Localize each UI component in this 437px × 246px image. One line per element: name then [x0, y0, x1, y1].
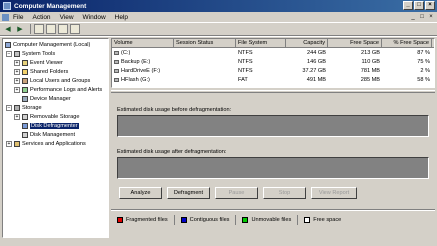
properties-icon[interactable]: [58, 24, 68, 34]
disk-icon: [22, 132, 28, 138]
collapse-icon[interactable]: −: [6, 51, 12, 57]
maximize-button[interactable]: □: [414, 1, 424, 10]
toolbar-separator: [30, 24, 31, 34]
tree-item-device-manager[interactable]: Device Manager: [14, 95, 71, 103]
column-capacity[interactable]: Capacity: [286, 39, 328, 47]
defrag-icon: [22, 123, 28, 129]
legend: Fragmented files Contiguous files Unmova…: [111, 209, 435, 229]
drive-icon: [114, 59, 119, 64]
storage-icon: [14, 105, 20, 111]
menu-file[interactable]: File: [13, 14, 23, 21]
legend-free-space: Free space: [304, 216, 341, 223]
table-row[interactable]: HardDriveE (F:) NTFS 37.27 GB 781 MB 2 %: [112, 66, 434, 75]
analyze-button[interactable]: Analyze: [119, 187, 162, 199]
services-icon: [14, 141, 20, 147]
tree-item-services-applications[interactable]: + Services and Applications: [6, 140, 86, 148]
system-menu-icon[interactable]: [2, 13, 9, 21]
contiguous-swatch-icon: [180, 216, 187, 223]
menu-help[interactable]: Help: [115, 14, 128, 21]
before-usage-display: [117, 115, 429, 137]
event-viewer-icon: [22, 60, 28, 66]
column-percent-free[interactable]: % Free Space: [382, 39, 432, 47]
unmovable-swatch-icon: [242, 216, 249, 223]
after-usage-display: [117, 157, 429, 179]
column-volume[interactable]: Volume: [112, 39, 174, 47]
defragmenter-pane: Volume Session Status File System Capaci…: [111, 38, 435, 244]
window-title: Computer Management: [14, 2, 87, 10]
volume-list-header: Volume Session Status File System Capaci…: [112, 39, 434, 48]
view-report-button[interactable]: View Report: [311, 187, 357, 199]
tree-item-storage[interactable]: − Storage: [6, 104, 42, 112]
legend-separator: [297, 214, 299, 225]
drive-icon: [114, 68, 119, 73]
pause-button[interactable]: Pause: [215, 187, 258, 199]
drive-icon: [114, 77, 119, 82]
legend-separator: [235, 214, 237, 225]
legend-contiguous: Contiguous files: [180, 216, 229, 223]
computer-icon: [5, 42, 11, 48]
up-folder-icon[interactable]: [34, 24, 44, 34]
minimize-button[interactable]: _: [403, 1, 413, 10]
tree-item-shared-folders[interactable]: + Shared Folders: [14, 68, 68, 76]
folder-icon: [22, 69, 28, 75]
show-hide-tree-icon[interactable]: [46, 24, 56, 34]
device-icon: [22, 96, 28, 102]
stop-button[interactable]: Stop: [263, 187, 306, 199]
tree-item-performance-logs[interactable]: + Performance Logs and Alerts: [14, 86, 102, 94]
title-bar: Computer Management _ □ ×: [0, 0, 437, 12]
tree-item-local-users[interactable]: + Local Users and Groups: [14, 77, 90, 85]
column-session-status[interactable]: Session Status: [174, 39, 236, 47]
splitter[interactable]: [111, 90, 435, 93]
console-tree: Computer Management (Local) − System Too…: [2, 38, 109, 238]
defragment-button[interactable]: Defragment: [167, 187, 210, 199]
menu-view[interactable]: View: [60, 14, 74, 21]
legend-unmovable: Unmovable files: [242, 216, 291, 223]
toolbar: ◀ ▶: [0, 23, 437, 36]
back-arrow-icon[interactable]: ◀: [3, 24, 13, 34]
performance-icon: [22, 87, 28, 93]
help-icon[interactable]: [70, 24, 80, 34]
removable-icon: [22, 114, 28, 120]
users-icon: [22, 78, 28, 84]
child-close-icon[interactable]: ×: [427, 13, 435, 21]
menu-bar: File Action View Window Help _ □ ×: [0, 12, 437, 23]
legend-fragmented: Fragmented files: [117, 216, 168, 223]
expand-icon[interactable]: +: [14, 60, 20, 66]
table-row[interactable]: (C:) NTFS 244 GB 213 GB 87 %: [112, 48, 434, 57]
tools-icon: [14, 51, 20, 57]
legend-separator: [173, 214, 175, 225]
collapse-icon[interactable]: −: [6, 105, 12, 111]
child-restore-icon[interactable]: □: [418, 13, 426, 21]
expand-icon[interactable]: +: [14, 114, 20, 120]
tree-item-disk-management[interactable]: Disk Management: [14, 131, 75, 139]
table-row[interactable]: Backup (E:) NTFS 146 GB 110 GB 75 %: [112, 57, 434, 66]
tree-item-event-viewer[interactable]: + Event Viewer: [14, 59, 63, 67]
column-file-system[interactable]: File System: [236, 39, 286, 47]
table-row[interactable]: HFlash (G:) FAT 491 MB 285 MB 58 %: [112, 75, 434, 84]
menu-action[interactable]: Action: [32, 14, 50, 21]
menu-window[interactable]: Window: [83, 14, 106, 21]
expand-icon[interactable]: +: [14, 78, 20, 84]
tree-item-removable-storage[interactable]: + Removable Storage: [14, 113, 79, 121]
volume-list: Volume Session Status File System Capaci…: [111, 38, 435, 88]
action-buttons: Analyze Defragment Pause Stop View Repor…: [119, 187, 357, 199]
computer-management-icon: [3, 2, 11, 10]
tree-item-computer-management[interactable]: Computer Management (Local): [5, 41, 90, 49]
after-analysis-label: Estimated disk usage after defragmentati…: [117, 149, 227, 155]
before-analysis-label: Estimated disk usage before defragmentat…: [117, 107, 232, 113]
forward-arrow-icon[interactable]: ▶: [15, 24, 25, 34]
expand-icon[interactable]: +: [14, 87, 20, 93]
tree-item-disk-defragmenter[interactable]: Disk Defragmenter: [14, 122, 79, 130]
free-space-swatch-icon: [304, 216, 311, 223]
column-free-space[interactable]: Free Space: [328, 39, 382, 47]
expand-icon[interactable]: +: [14, 69, 20, 75]
fragmented-swatch-icon: [117, 216, 123, 223]
drive-icon: [114, 50, 119, 55]
tree-item-system-tools[interactable]: − System Tools: [6, 50, 55, 58]
child-minimize-icon[interactable]: _: [409, 13, 417, 21]
expand-icon[interactable]: +: [6, 141, 12, 147]
close-button[interactable]: ×: [425, 1, 435, 10]
